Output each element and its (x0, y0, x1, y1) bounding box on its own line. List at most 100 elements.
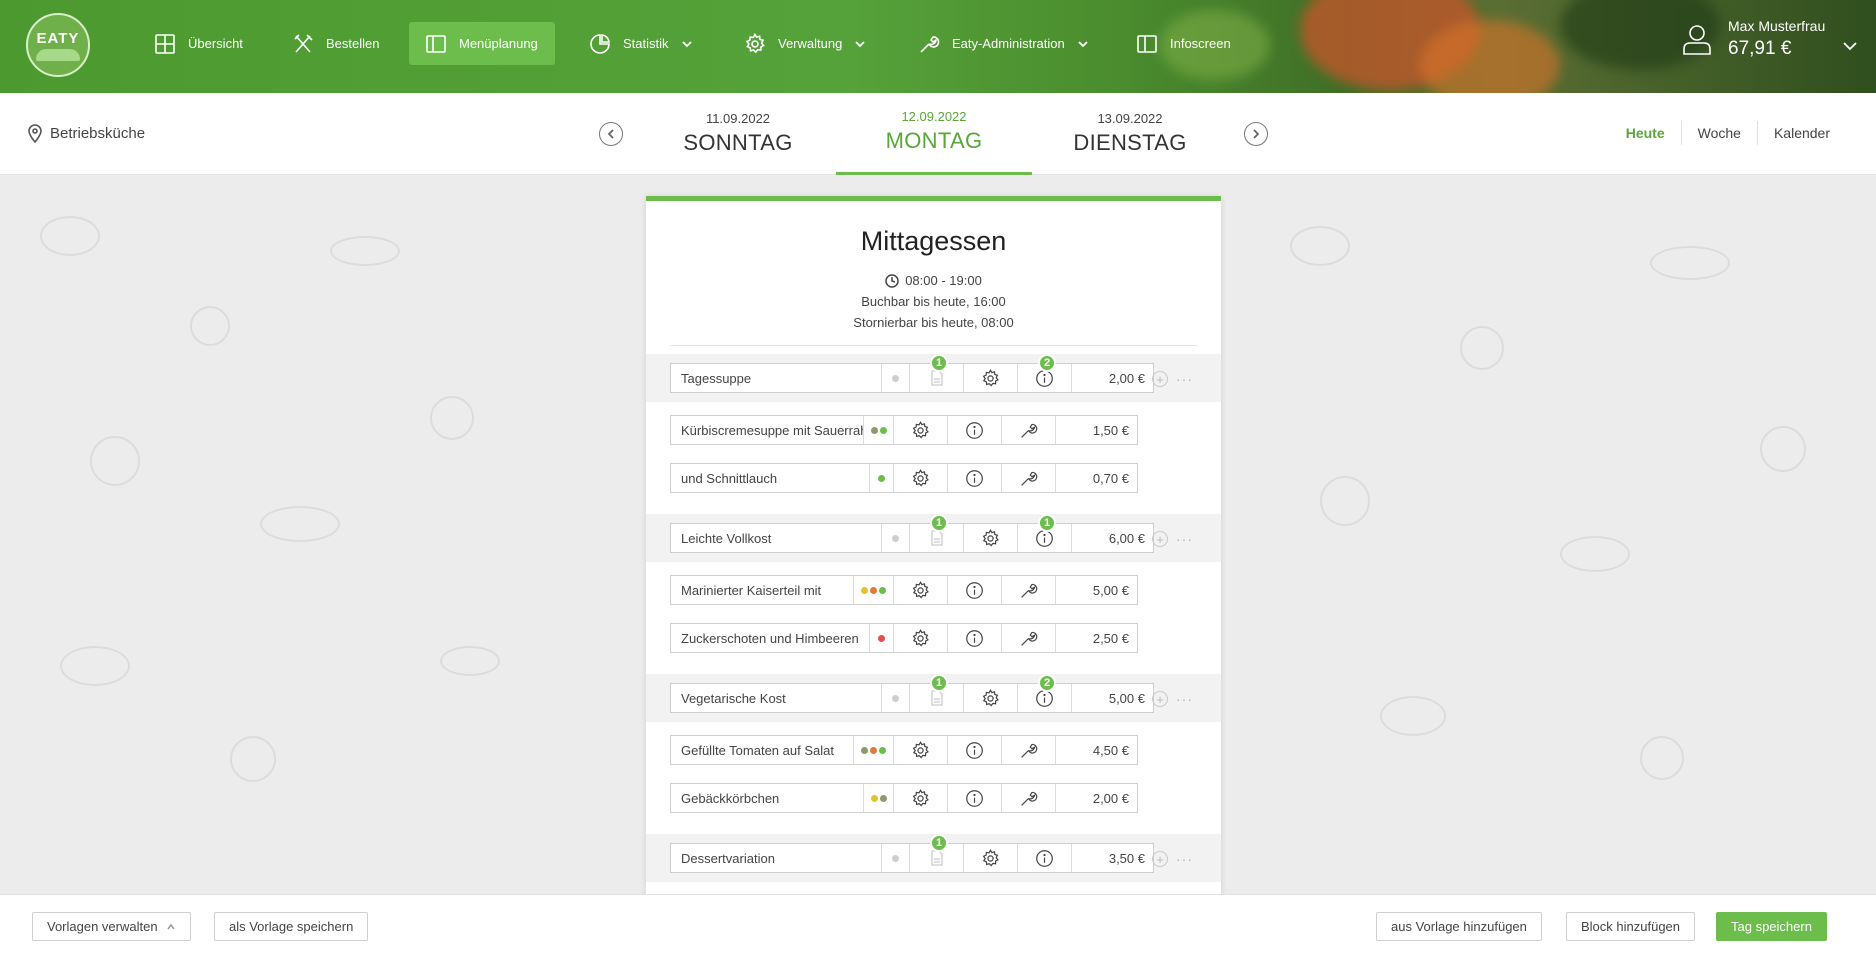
more-options-button[interactable]: ··· (1176, 531, 1193, 547)
settings-cell[interactable] (893, 416, 947, 444)
group-name[interactable]: Tagessuppe (671, 364, 881, 392)
nav-item-label: Bestellen (326, 36, 380, 51)
tools-cell[interactable] (1001, 576, 1055, 604)
group-name[interactable]: Dessertvariation (671, 844, 881, 872)
item-name[interactable]: Zuckerschoten und Himbeeren (671, 624, 869, 652)
next-day-button[interactable] (1244, 122, 1268, 146)
labels-cell[interactable] (869, 624, 893, 652)
price-input[interactable]: 2,50 € (1055, 624, 1137, 652)
menu-group-row[interactable]: Vegetarische Kost 5,00 € (670, 683, 1154, 713)
info-count-badge: 1 (1038, 514, 1056, 532)
info-cell[interactable] (947, 464, 1001, 492)
price-input[interactable]: 5,00 € (1055, 576, 1137, 604)
add-item-button[interactable]: + (1152, 691, 1168, 707)
price-input[interactable]: 1,50 € (1055, 416, 1137, 444)
group-name[interactable]: Leichte Vollkost (671, 524, 881, 552)
labels-cell[interactable] (881, 364, 909, 392)
group-name[interactable]: Vegetarische Kost (671, 684, 881, 712)
save-as-template-button[interactable]: als Vorlage speichern (214, 912, 369, 941)
view-week[interactable]: Woche (1680, 121, 1757, 145)
more-options-button[interactable]: ··· (1176, 691, 1193, 707)
view-calendar[interactable]: Kalender (1756, 121, 1846, 145)
manage-templates-button[interactable]: Vorlagen verwalten (32, 912, 191, 941)
item-name[interactable]: Gebäckkörbchen (671, 784, 863, 812)
add-item-button[interactable]: + (1152, 851, 1168, 867)
labels-cell[interactable] (881, 684, 909, 712)
day-tab-tuesday[interactable]: 13.09.2022 DIENSTAG (1032, 93, 1228, 175)
nav-item-infoscreen[interactable]: Infoscreen (1120, 22, 1247, 65)
labels-cell[interactable] (881, 524, 909, 552)
day-tab-monday[interactable]: 12.09.2022 MONTAG (836, 93, 1032, 175)
tools-cell[interactable] (1001, 416, 1055, 444)
menu-group-row[interactable]: Tagessuppe 2,00 € (670, 363, 1154, 393)
location-selector[interactable]: Betriebsküche (26, 123, 145, 143)
settings-cell[interactable] (963, 364, 1017, 392)
view-today[interactable]: Heute (1610, 121, 1681, 145)
cancelable-until: Stornierbar bis heute, 08:00 (853, 315, 1014, 330)
settings-cell[interactable] (963, 684, 1017, 712)
tools-cell[interactable] (1001, 624, 1055, 652)
more-options-button[interactable]: ··· (1176, 851, 1193, 867)
settings-cell[interactable] (893, 464, 947, 492)
settings-cell[interactable] (893, 736, 947, 764)
labels-cell[interactable] (863, 784, 893, 812)
settings-cell[interactable] (963, 524, 1017, 552)
menu-item-row[interactable]: Zuckerschoten und Himbeeren 2,50 € (670, 623, 1138, 653)
add-item-button[interactable]: + (1152, 531, 1168, 547)
labels-cell[interactable] (881, 844, 909, 872)
user-menu[interactable]: Max Musterfrau 67,91 € (1680, 18, 1825, 60)
price-input[interactable]: 4,50 € (1055, 736, 1137, 764)
nav-item-verwaltung[interactable]: Verwaltung (728, 22, 882, 65)
nav-item-uebersicht[interactable]: Übersicht (138, 22, 259, 65)
info-cell[interactable] (947, 624, 1001, 652)
settings-cell[interactable] (893, 624, 947, 652)
add-from-template-button[interactable]: aus Vorlage hinzufügen (1376, 912, 1542, 941)
menu-group-row[interactable]: Leichte Vollkost 6,00 € (670, 523, 1154, 553)
price-input[interactable]: 5,00 € (1071, 684, 1153, 712)
settings-cell[interactable] (893, 784, 947, 812)
previous-day-button[interactable] (599, 122, 623, 146)
add-item-button[interactable]: + (1152, 371, 1168, 387)
labels-cell[interactable] (863, 416, 893, 444)
item-name[interactable]: Gefüllte Tomaten auf Salat (671, 736, 853, 764)
labels-cell[interactable] (853, 576, 893, 604)
info-icon (966, 789, 983, 807)
more-options-button[interactable]: ··· (1176, 371, 1193, 387)
add-block-button[interactable]: Block hinzufügen (1566, 912, 1696, 941)
info-cell[interactable] (947, 416, 1001, 444)
item-name[interactable]: Marinierter Kaiserteil mit (671, 576, 853, 604)
info-cell[interactable] (1017, 844, 1071, 872)
item-name[interactable]: und Schnittlauch (671, 464, 869, 492)
settings-cell[interactable] (963, 844, 1017, 872)
price-input[interactable]: 0,70 € (1055, 464, 1137, 492)
price-input[interactable]: 6,00 € (1071, 524, 1153, 552)
eaty-logo[interactable]: EATY (26, 13, 90, 77)
menu-item-row[interactable]: Marinierter Kaiserteil mit 5,00 € (670, 575, 1138, 605)
price-input[interactable]: 2,00 € (1055, 784, 1137, 812)
settings-cell[interactable] (893, 576, 947, 604)
nav-item-eaty-administration[interactable]: Eaty-Administration (902, 22, 1105, 65)
save-day-button[interactable]: Tag speichern (1716, 912, 1827, 941)
info-cell[interactable] (947, 736, 1001, 764)
nav-item-statistik[interactable]: Statistik (573, 22, 709, 65)
labels-cell[interactable] (853, 736, 893, 764)
menu-group-row[interactable]: Dessertvariation 3,50 € (670, 843, 1154, 873)
menu-item-row[interactable]: Kürbiscremesuppe mit Sauerrahm 1,50 € (670, 415, 1138, 445)
info-cell[interactable] (947, 576, 1001, 604)
item-name[interactable]: Kürbiscremesuppe mit Sauerrahm (671, 416, 863, 444)
menu-item-row[interactable]: Gefüllte Tomaten auf Salat 4,50 € (670, 735, 1138, 765)
info-cell[interactable] (947, 784, 1001, 812)
tools-cell[interactable] (1001, 784, 1055, 812)
tools-cell[interactable] (1001, 464, 1055, 492)
labels-cell[interactable] (869, 464, 893, 492)
price-input[interactable]: 3,50 € (1071, 844, 1153, 872)
menu-item-row[interactable]: Gebäckkörbchen 2,00 € (670, 783, 1138, 813)
chevron-down-icon[interactable] (1842, 38, 1858, 54)
nav-item-menueplanung[interactable]: Menüplanung (409, 22, 555, 65)
nav-item-bestellen[interactable]: Bestellen (276, 22, 395, 65)
menu-item-row[interactable]: und Schnittlauch 0,70 € (670, 463, 1138, 493)
day-tab-sunday[interactable]: 11.09.2022 SONNTAG (640, 93, 836, 175)
price-input[interactable]: 2,00 € (1071, 364, 1153, 392)
tools-cell[interactable] (1001, 736, 1055, 764)
nav-item-label: Statistik (623, 36, 669, 51)
